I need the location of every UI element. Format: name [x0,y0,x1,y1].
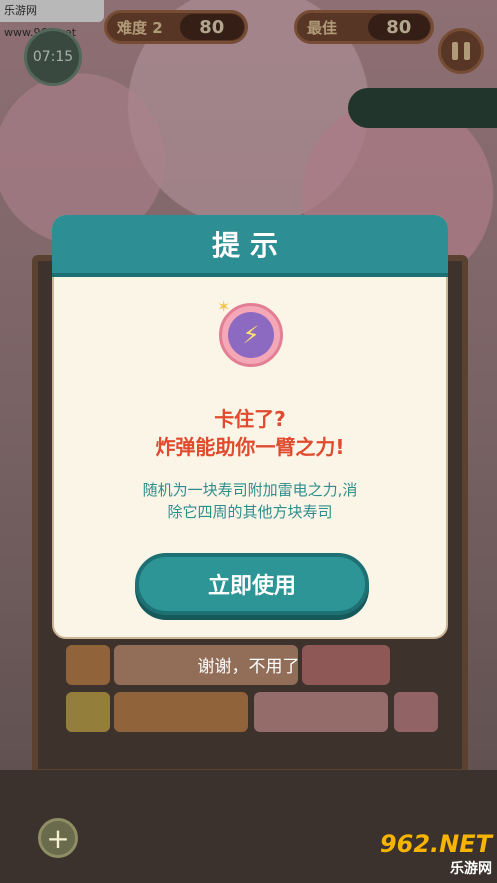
dialog-title: 提示 [52,215,448,277]
hint-dialog: 提示 ✶ ⚡ 卡住了? 炸弹能助你一臂之力! 随机为一块寿司附加雷电之力,消 除… [52,215,448,639]
hint-desc-1: 随机为一块寿司附加雷电之力,消 [142,481,358,499]
bomb-icon: ⚡ [219,303,283,367]
use-now-button[interactable]: 立即使用 [135,553,369,615]
hint-line-2: 炸弹能助你一臂之力! [155,435,345,459]
hint-desc-2: 除它四周的其他方块寿司 [167,503,333,521]
add-icon[interactable]: + [38,818,78,858]
watermark-logo-subtext: 乐游网 [450,861,492,877]
decline-button[interactable]: 谢谢，不用了 [0,652,497,677]
lightning-icon: ⚡ [228,312,274,358]
hint-line-1: 卡住了? [214,407,286,431]
watermark-logo: 962.NET 乐游网 [360,830,492,878]
watermark-logo-text: 962.NET [379,830,492,858]
